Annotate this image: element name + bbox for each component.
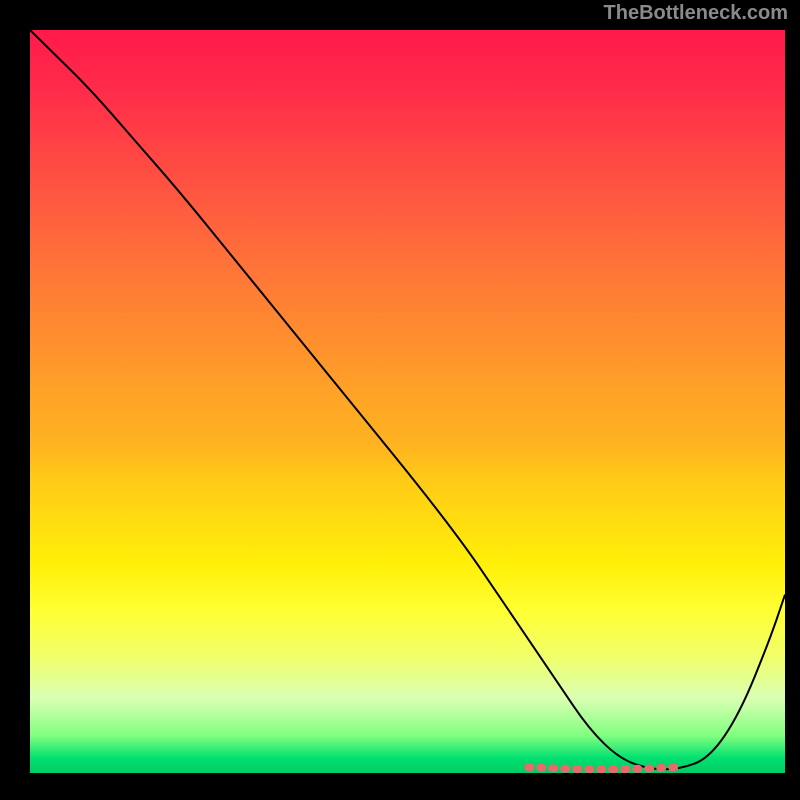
chart-svg — [30, 30, 785, 773]
optimal-range-markers — [528, 767, 679, 769]
curve-line — [30, 30, 785, 769]
plot-area — [30, 30, 785, 773]
watermark-text: TheBottleneck.com — [604, 2, 788, 25]
